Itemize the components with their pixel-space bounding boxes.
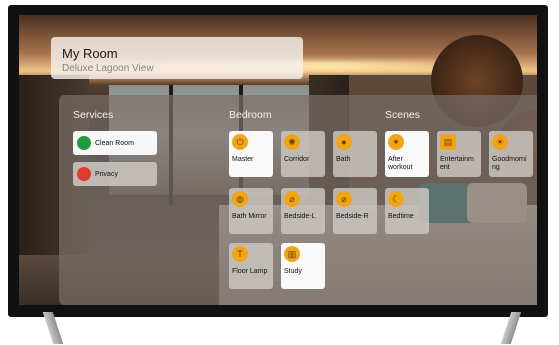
scene-tile-entertainment[interactable]: ▤ Entertainm ent: [437, 131, 481, 177]
light-tile-bath[interactable]: ● Bath: [333, 131, 377, 177]
light-tile-floor-lamp[interactable]: T Floor Lamp: [229, 243, 273, 289]
tile-label: Master: [232, 156, 254, 163]
tile-label: Bedside-L: [284, 213, 316, 220]
film-icon: ▤: [440, 134, 456, 150]
light-tile-bath-mirror[interactable]: ◍ Bath Mirror: [229, 188, 273, 234]
tile-label: Bath Mirror: [232, 213, 267, 220]
tile-label: Floor Lamp: [232, 268, 268, 275]
dumbbell-icon: ✦: [388, 134, 404, 150]
scene-tile-goodmorning[interactable]: ☀ Goodmorni ng: [489, 131, 533, 177]
service-label: Clean Room: [95, 139, 134, 147]
tile-label: Bedtime: [388, 213, 414, 220]
services-title: Services: [73, 109, 114, 121]
tile-label: After workout: [388, 156, 413, 171]
service-clean-room[interactable]: Clean Room: [73, 131, 157, 155]
light-tile-corridor[interactable]: ✺ Corridor: [281, 131, 325, 177]
floor-lamp-icon: T: [232, 246, 248, 262]
tile-label: Bedside-R: [336, 213, 369, 220]
tv-frame: My Room Deluxe Lagoon View Services Bedr…: [8, 5, 548, 317]
scenes-title: Scenes: [385, 109, 421, 121]
status-dot-icon: [77, 136, 91, 150]
room-header: My Room Deluxe Lagoon View: [51, 37, 303, 79]
tile-label: Entertainm ent: [440, 156, 474, 171]
tv-screen: My Room Deluxe Lagoon View Services Bedr…: [19, 15, 537, 305]
light-tile-master[interactable]: ⏻ Master: [229, 131, 273, 177]
status-dot-icon: [77, 167, 91, 181]
control-panel: Services Bedroom Scenes Clean Room Priva…: [59, 95, 537, 305]
sun-icon: ☀: [492, 134, 508, 150]
service-label: Privacy: [95, 170, 118, 178]
bedroom-title: Bedroom: [229, 109, 272, 121]
scene-tile-after-workout[interactable]: ✦ After workout: [385, 131, 429, 177]
power-icon: ⏻: [232, 134, 248, 150]
scene-tile-bedtime[interactable]: ☾ Bedtime: [385, 188, 429, 234]
service-privacy[interactable]: Privacy: [73, 162, 157, 186]
bulb-icon: ●: [336, 134, 352, 150]
light-tile-bedside-l[interactable]: ⌀ Bedside-L: [281, 188, 325, 234]
lamp-icon: ⌀: [284, 191, 300, 207]
light-tile-bedside-r[interactable]: ⌀ Bedside-R: [333, 188, 377, 234]
tile-label: Bath: [336, 156, 351, 163]
lamp-icon: ⌀: [336, 191, 352, 207]
moon-icon: ☾: [388, 191, 404, 207]
light-tile-study[interactable]: ▥ Study: [281, 243, 325, 289]
light-icon: ✺: [284, 134, 300, 150]
book-icon: ▥: [284, 246, 300, 262]
room-title: My Room: [62, 46, 118, 61]
mirror-icon: ◍: [232, 191, 248, 207]
tile-label: Study: [284, 268, 302, 275]
room-subtitle: Deluxe Lagoon View: [62, 63, 154, 74]
tile-label: Goodmorni ng: [492, 156, 527, 171]
tile-label: Corridor: [284, 156, 310, 163]
